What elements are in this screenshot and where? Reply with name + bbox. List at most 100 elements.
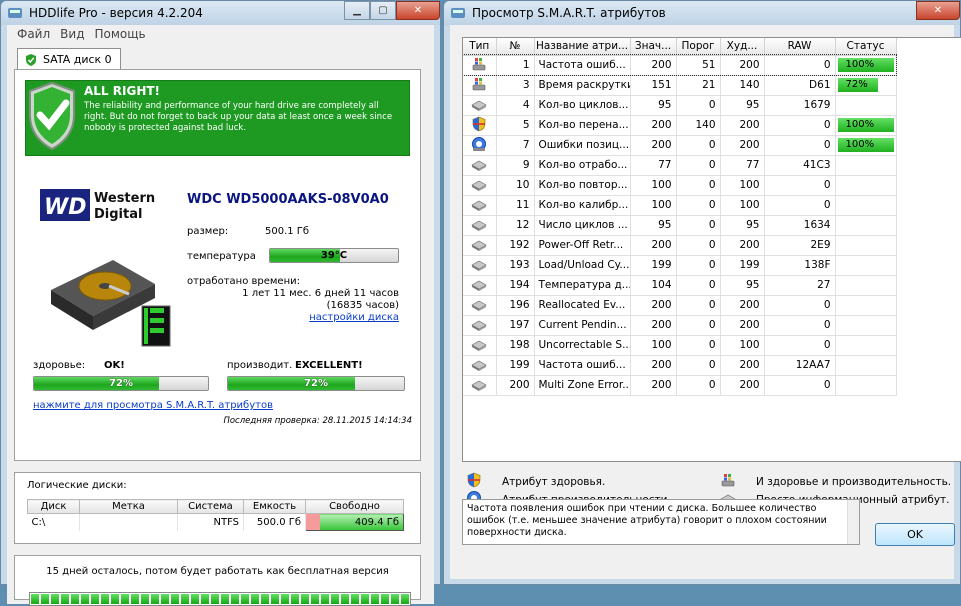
temperature-bar: 39°C	[269, 248, 399, 263]
tab-sata-disk-0[interactable]: SATA диск 0	[17, 48, 121, 70]
banner-text: The reliability and performance of your …	[84, 101, 393, 133]
attr-value: 104	[630, 275, 677, 296]
attr-id: 198	[496, 335, 535, 356]
table-row[interactable]: 9 Кол-во отрабо... 77 0 77 41C3	[463, 155, 897, 176]
size-label: размер:	[187, 226, 229, 237]
attr-name: Частота ошиб...	[534, 355, 631, 376]
attr-status: 100%	[835, 115, 897, 136]
info-attribute-icon	[463, 175, 497, 196]
close-button[interactable]: ✕	[916, 1, 960, 20]
table-row[interactable]: 7 Ошибки позиц... 200 0 200 0 100%	[463, 135, 897, 156]
health-status: OK!	[104, 360, 125, 371]
col-free[interactable]: Свободно	[305, 499, 404, 514]
table-row[interactable]: 3 Время раскрутки 151 21 140 D61 72%	[463, 75, 897, 96]
col-type[interactable]: Тип	[463, 38, 497, 56]
menu-help[interactable]: Помощь	[94, 27, 145, 41]
col-name[interactable]: Название атри...	[534, 38, 631, 56]
attr-raw: 1634	[764, 215, 836, 236]
attr-name: Частота ошиб...	[534, 55, 631, 76]
attr-id: 197	[496, 315, 535, 336]
menu-file[interactable]: Файл	[17, 27, 50, 41]
table-row[interactable]: 200 Multi Zone Error... 200 0 200 0	[463, 375, 897, 396]
table-row[interactable]: 199 Частота ошиб... 200 0 200 12AA7	[463, 355, 897, 376]
legend-both: И здоровье и производительность.	[720, 472, 951, 491]
attr-raw: 27	[764, 275, 836, 296]
attr-raw: 12AA7	[764, 355, 836, 376]
info-attribute-icon	[463, 375, 497, 396]
menu-view[interactable]: Вид	[60, 27, 84, 41]
attr-threshold: 0	[676, 295, 721, 316]
attr-id: 11	[496, 195, 535, 216]
hddlife-app-icon	[8, 8, 22, 18]
attr-threshold: 0	[676, 335, 721, 356]
attr-status	[835, 275, 897, 296]
attr-threshold: 0	[676, 155, 721, 176]
table-row[interactable]: 198 Uncorrectable S... 100 0 100 0	[463, 335, 897, 356]
worked-time-label: отработано времени:	[187, 276, 300, 287]
table-row[interactable]: 10 Кол-во повтор... 100 0 100 0	[463, 175, 897, 196]
logical-disks-table: Диск Метка Система Емкость Свободно C:\ …	[27, 499, 404, 531]
col-worst[interactable]: Худ...	[720, 38, 765, 56]
col-capacity[interactable]: Емкость	[243, 499, 306, 514]
table-row[interactable]: 5 Кол-во перена... 200 140 200 0 100%	[463, 115, 897, 136]
hard-drive-icon	[51, 260, 171, 347]
col-value[interactable]: Знач...	[630, 38, 677, 56]
col-fs[interactable]: Система	[177, 499, 244, 514]
attr-worst: 100	[720, 335, 765, 356]
table-row[interactable]: 11 Кол-во калибр... 100 0 100 0	[463, 195, 897, 216]
performance-bar: 72%	[227, 376, 405, 391]
performance-attribute-icon	[463, 135, 497, 156]
disk-free: 409.4 Гб	[305, 513, 404, 531]
logical-disks-title: Логические диски:	[27, 480, 127, 491]
attr-status	[835, 215, 897, 236]
attr-threshold: 21	[676, 75, 721, 96]
smart-window: Просмотр S.M.A.R.T. атрибутов ✕ Тип № На…	[443, 0, 961, 585]
info-attribute-icon	[463, 335, 497, 356]
col-id[interactable]: №	[496, 38, 535, 56]
attr-worst: 200	[720, 315, 765, 336]
disk-fs: NTFS	[177, 513, 244, 531]
col-status[interactable]: Статус	[835, 38, 897, 56]
attr-name: Время раскрутки	[534, 75, 631, 96]
svg-text:Digital: Digital	[94, 207, 142, 222]
attr-status	[835, 315, 897, 336]
minimize-button[interactable]: ▁	[344, 1, 370, 20]
ok-button[interactable]: OK	[875, 523, 955, 546]
table-row[interactable]: 197 Current Pendin... 200 0 200 0	[463, 315, 897, 336]
attr-value: 200	[630, 115, 677, 136]
attr-worst: 100	[720, 175, 765, 196]
attr-raw: 0	[764, 295, 836, 316]
table-row[interactable]: 12 Число циклов ... 95 0 95 1634	[463, 215, 897, 236]
window-title: HDDlife Pro - версия 4.2.204	[29, 6, 203, 20]
table-row[interactable]: 196 Reallocated Ev... 200 0 200 0	[463, 295, 897, 316]
table-row[interactable]: 4 Кол-во циклов... 95 0 95 1679	[463, 95, 897, 116]
attr-value: 95	[630, 215, 677, 236]
attr-id: 5	[496, 115, 535, 136]
table-row[interactable]: 194 Температура д... 104 0 95 27	[463, 275, 897, 296]
attr-raw: 41C3	[764, 155, 836, 176]
attr-threshold: 0	[676, 215, 721, 236]
disk-settings-link[interactable]: настройки диска	[309, 312, 399, 323]
close-button[interactable]: ✕	[396, 1, 440, 20]
attr-id: 193	[496, 255, 535, 276]
table-row[interactable]: 193 Load/Unload Cy... 199 0 199 138F	[463, 255, 897, 276]
description-scrollbar[interactable]	[847, 500, 859, 544]
info-attribute-icon	[463, 255, 497, 276]
table-row[interactable]: 1 Частота ошиб... 200 51 200 0 100%	[463, 54, 897, 76]
attr-raw: 138F	[764, 255, 836, 276]
table-row[interactable]: 192 Power-Off Retr... 200 0 200 2E9	[463, 235, 897, 256]
maximize-button[interactable]: ▢	[370, 1, 396, 20]
smart-attributes-link[interactable]: нажмите для просмотра S.M.A.R.T. атрибут…	[33, 400, 273, 411]
attr-worst: 200	[720, 295, 765, 316]
attr-worst: 77	[720, 155, 765, 176]
col-label[interactable]: Метка	[79, 499, 178, 514]
col-disk[interactable]: Диск	[27, 499, 80, 514]
table-row[interactable]: C:\ NTFS 500.0 Гб 409.4 Гб	[27, 513, 404, 531]
attr-id: 196	[496, 295, 535, 316]
drive-model: WDC WD5000AAKS-08V0A0	[187, 192, 389, 207]
window-title: Просмотр S.M.A.R.T. атрибутов	[472, 6, 666, 20]
svg-text:WD: WD	[44, 195, 87, 220]
col-raw[interactable]: RAW	[764, 38, 836, 56]
col-threshold[interactable]: Порог	[676, 38, 721, 56]
status-banner: ALL RIGHT! The reliability and performan…	[25, 80, 410, 156]
